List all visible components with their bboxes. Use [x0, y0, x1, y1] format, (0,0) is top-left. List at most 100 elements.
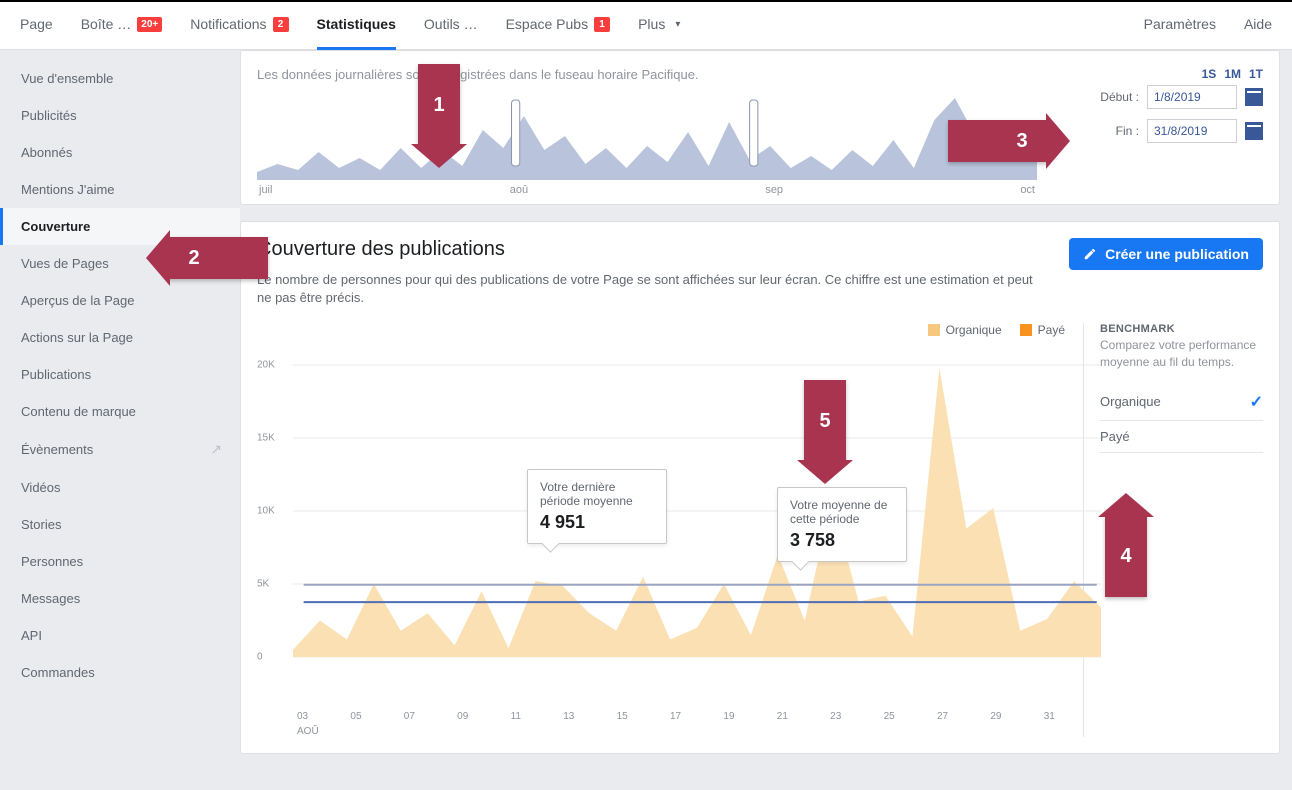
sidebar-item-mentions-j-aime[interactable]: Mentions J'aime — [0, 171, 240, 208]
date-start-label: Début : — [1100, 90, 1139, 104]
annotation-1: 1 — [418, 64, 460, 146]
xtick: 13 — [563, 711, 574, 722]
benchmark-paid-row[interactable]: Payé — [1100, 421, 1263, 453]
annotation-2: 2 — [168, 237, 268, 279]
benchmark-organic-row[interactable]: Organique ✓ — [1100, 384, 1263, 421]
nav-inbox[interactable]: Boîte … 20+ — [81, 1, 163, 50]
mini-month-labels: juil aoû sep oct — [257, 184, 1037, 196]
nav-label: Espace Pubs — [506, 16, 589, 32]
nav-label: Boîte … — [81, 16, 132, 32]
sidebar-item-messages[interactable]: Messages — [0, 580, 240, 617]
sidebar-item-vid-os[interactable]: Vidéos — [0, 469, 240, 506]
xtick: 21 — [777, 711, 788, 722]
nav-stats[interactable]: Statistiques — [317, 1, 396, 50]
nav-help[interactable]: Aide — [1244, 1, 1272, 50]
date-start-input[interactable] — [1147, 85, 1237, 109]
legend-paid[interactable]: Payé — [1020, 323, 1065, 337]
sidebar-item-publications[interactable]: Publications — [0, 356, 240, 393]
ytick: 0 — [257, 652, 263, 663]
xtick: 31 — [1044, 711, 1055, 722]
tooltip-value: 4 951 — [540, 512, 654, 533]
xtick: 17 — [670, 711, 681, 722]
coverage-title-block: Couverture des publications Le nombre de… — [257, 238, 1037, 307]
sidebar-item-actions-sur-la-page[interactable]: Actions sur la Page — [0, 319, 240, 356]
timezone-caption: Les données journalières sont enregistré… — [257, 67, 1037, 82]
xtick: 07 — [404, 711, 415, 722]
tf-1m[interactable]: 1M — [1224, 67, 1241, 81]
xtick: 25 — [884, 711, 895, 722]
nav-page[interactable]: Page — [20, 1, 53, 50]
tooltip-value: 3 758 — [790, 530, 894, 551]
nav-ads[interactable]: Espace Pubs1 — [506, 1, 611, 50]
sidebar-item-publicit-s[interactable]: Publicités — [0, 97, 240, 134]
annotation-number: 1 — [433, 94, 444, 117]
sidebar-item-commandes[interactable]: Commandes — [0, 654, 240, 691]
legend-label: Payé — [1038, 323, 1065, 337]
date-end-label: Fin : — [1116, 124, 1139, 138]
date-end-row: Fin : — [1053, 119, 1263, 143]
annotation-3: 3 — [948, 120, 1048, 162]
date-end-input[interactable] — [1147, 119, 1237, 143]
calendar-icon[interactable] — [1245, 88, 1263, 106]
sidebar-item-label: Évènements — [21, 442, 93, 457]
sidebar-item-vue-d-ensemble[interactable]: Vue d'ensemble — [0, 60, 240, 97]
pencil-icon — [1083, 247, 1097, 261]
ytick: 20K — [257, 360, 275, 371]
sidebar-item-label: Mentions J'aime — [21, 182, 115, 197]
xtick: 03 — [297, 711, 308, 722]
timeline-column: Les données journalières sont enregistré… — [257, 67, 1037, 196]
sidebar-item-api[interactable]: API — [0, 617, 240, 654]
xtick: 27 — [937, 711, 948, 722]
create-post-label: Créer une publication — [1105, 246, 1249, 262]
sidebar-item-label: Vidéos — [21, 480, 61, 495]
mini-timeline-chart[interactable] — [257, 90, 1037, 180]
legend-organic[interactable]: Organique — [928, 323, 1002, 337]
sidebar-item-stories[interactable]: Stories — [0, 506, 240, 543]
coverage-desc: Le nombre de personnes pour qui des publ… — [257, 271, 1037, 307]
nav-more[interactable]: Plus — [638, 1, 680, 50]
benchmark-row-label: Organique — [1100, 394, 1161, 409]
xtick: 11 — [511, 711, 521, 722]
chart-column: Organique Payé 20K 15K 10K 5K 0 Votre — [257, 323, 1065, 737]
sidebar-item-abonn-s[interactable]: Abonnés — [0, 134, 240, 171]
legend-label: Organique — [946, 323, 1002, 337]
calendar-icon[interactable] — [1245, 122, 1263, 140]
sidebar-item-aper-us-de-la-page[interactable]: Aperçus de la Page — [0, 282, 240, 319]
inbox-badge: 20+ — [137, 17, 162, 32]
month-label: oct — [1020, 184, 1035, 196]
sidebar-item-label: API — [21, 628, 42, 643]
annotation-number: 2 — [188, 247, 247, 270]
tf-1s[interactable]: 1S — [1202, 67, 1217, 81]
top-nav: Page Boîte … 20+ Notifications2 Statistiq… — [0, 0, 1292, 50]
tooltip-text: Votre moyenne de cette période — [790, 498, 894, 526]
benchmark-row-label: Payé — [1100, 429, 1130, 444]
ytick: 10K — [257, 506, 275, 517]
sidebar-item--v-nements[interactable]: Évènements ↗ — [0, 430, 240, 469]
month-label: juil — [259, 184, 272, 196]
swatch-paid-icon — [1020, 324, 1032, 336]
nav-tools[interactable]: Outils … — [424, 1, 478, 50]
coverage-card: Couverture des publications Le nombre de… — [240, 221, 1280, 754]
nav-settings[interactable]: Paramètres — [1144, 1, 1216, 50]
timeframe-switches: 1S 1M 1T — [1053, 67, 1263, 81]
external-icon: ↗ — [210, 441, 222, 458]
date-controls: 1S 1M 1T Début : Fin : — [1053, 67, 1263, 143]
sidebar-item-label: Actions sur la Page — [21, 330, 133, 345]
benchmark-desc: Comparez votre performance moyenne au fi… — [1100, 337, 1263, 369]
sidebar-item-personnes[interactable]: Personnes — [0, 543, 240, 580]
tf-1t[interactable]: 1T — [1249, 67, 1263, 81]
create-post-button[interactable]: Créer une publication — [1069, 238, 1263, 270]
nav-notifications[interactable]: Notifications2 — [190, 1, 288, 50]
ytick: 15K — [257, 433, 275, 444]
check-icon: ✓ — [1250, 392, 1263, 412]
sidebar-item-label: Stories — [21, 517, 61, 532]
annotation-5: 5 — [804, 380, 846, 462]
coverage-chart[interactable]: 20K 15K 10K 5K 0 Votre dernière période … — [257, 345, 1065, 705]
ytick: 5K — [257, 579, 269, 590]
xtick-row: 030507091113151719212325272931 — [257, 711, 1065, 722]
coverage-header: Couverture des publications Le nombre de… — [241, 222, 1279, 323]
sidebar-item-label: Publicités — [21, 108, 77, 123]
sidebar-item-contenu-de-marque[interactable]: Contenu de marque — [0, 393, 240, 430]
nav-label: Page — [20, 16, 53, 32]
sidebar-item-label: Commandes — [21, 665, 95, 680]
